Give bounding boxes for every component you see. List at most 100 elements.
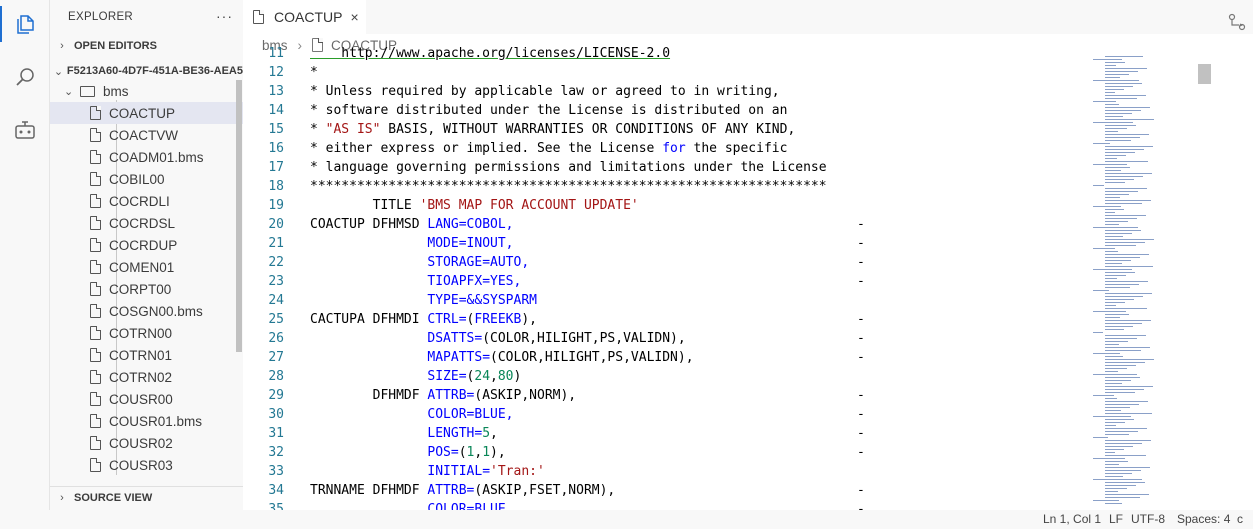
code-editor[interactable]: 11 http://www.apache.org/licenses/LICENS… xyxy=(243,46,1088,510)
code-token: , xyxy=(490,369,498,384)
minimap-line xyxy=(1105,254,1149,255)
file-item[interactable]: CORPT00 xyxy=(50,278,243,300)
file-item[interactable]: COUSR03 xyxy=(50,454,243,476)
file-label: COACTUP xyxy=(109,105,176,121)
line-number: 12 xyxy=(268,65,284,80)
minimap-line xyxy=(1105,392,1135,393)
folder-icon xyxy=(80,85,95,97)
code-line: 23 TIOAPFX=YES, - xyxy=(243,272,1088,291)
minimap-line xyxy=(1093,101,1116,102)
extensions-activity-button[interactable] xyxy=(0,106,50,154)
code-line: 13 * Unless required by applicable law or… xyxy=(243,82,1088,101)
code-token: the specific xyxy=(685,141,788,156)
code-line: 28 SIZE=(24,80) xyxy=(243,367,1088,386)
vscode-window: EXPLORER ··· › OPEN EDITORS ⌄ F5213A60-4… xyxy=(0,0,1253,529)
more-icon[interactable]: ··· xyxy=(216,8,233,24)
indentation[interactable]: Spaces: 4 xyxy=(1177,512,1230,526)
close-icon[interactable]: × xyxy=(350,9,358,25)
file-item[interactable]: COUSR00 xyxy=(50,388,243,410)
minimap-line xyxy=(1093,395,1114,396)
minimap-line xyxy=(1105,170,1121,171)
file-item[interactable]: COADM01.bms xyxy=(50,146,243,168)
minimap-line xyxy=(1105,140,1131,141)
line-text: DFHMDF ATTRB=(ASKIP,NORM), xyxy=(310,388,577,403)
minimap-line xyxy=(1105,338,1137,339)
status-bar: Ln 1, Col 1 LF UTF-8 Spaces: 4 c xyxy=(0,510,1253,529)
line-text: * language governing permissions and lim… xyxy=(310,160,827,175)
search-icon xyxy=(16,68,34,86)
code-token: * software distributed under the License… xyxy=(310,103,788,118)
file-item[interactable]: COTRN00 xyxy=(50,322,243,344)
file-item[interactable]: COACTVW xyxy=(50,124,243,146)
source-view-section[interactable]: › SOURCE VIEW xyxy=(50,486,243,508)
file-label: COUSR03 xyxy=(109,457,173,473)
minimap-line xyxy=(1105,98,1137,99)
minimap-line xyxy=(1105,68,1147,69)
file-item[interactable]: COSGN00.bms xyxy=(50,300,243,322)
split-layout-icon[interactable] xyxy=(1227,12,1247,32)
minimap[interactable] xyxy=(1093,52,1213,510)
sidebar-scrollbar[interactable] xyxy=(236,80,242,352)
explorer-activity-button[interactable] xyxy=(0,0,50,48)
minimap-line xyxy=(1105,455,1146,456)
file-item[interactable]: COCRDLI xyxy=(50,190,243,212)
code-line: 22 STORAGE=AUTO, - xyxy=(243,253,1088,272)
line-number: 28 xyxy=(268,369,284,384)
code-token: CACTUPA DFHMDI xyxy=(310,312,428,327)
minimap-line xyxy=(1105,260,1131,261)
cursor-position[interactable]: Ln 1, Col 1 xyxy=(1043,512,1101,526)
file-item[interactable]: COUSR01.bms xyxy=(50,410,243,432)
minimap-line xyxy=(1105,155,1126,156)
workspace-section[interactable]: ⌄ F5213A60-4D7F-451A-BE36-AEA5 xyxy=(50,60,243,82)
line-text: TYPE=&&SYSPARM xyxy=(310,293,537,308)
minimap-line xyxy=(1105,71,1138,72)
editor-scrollbar[interactable] xyxy=(1198,64,1211,84)
file-item[interactable]: COCRDUP xyxy=(50,234,243,256)
code-token: 'BMS MAP FOR ACCOUNT UPDATE' xyxy=(419,198,639,213)
language-mode[interactable]: c xyxy=(1237,512,1243,526)
minimap-line xyxy=(1105,476,1123,477)
file-label: COUSR01.bms xyxy=(109,413,203,429)
minimap-line xyxy=(1105,494,1149,495)
search-activity-button[interactable] xyxy=(0,53,50,101)
minimap-line xyxy=(1105,110,1141,111)
minimap-line xyxy=(1105,92,1115,93)
minimap-line xyxy=(1105,341,1128,342)
file-item[interactable]: COUSR02 xyxy=(50,432,243,454)
open-editors-label: OPEN EDITORS xyxy=(74,40,157,52)
file-item[interactable]: COTRN02 xyxy=(50,366,243,388)
code-token: ****************************************… xyxy=(310,179,827,194)
minimap-line xyxy=(1105,131,1118,132)
minimap-line xyxy=(1093,416,1131,417)
minimap-line xyxy=(1105,380,1131,381)
open-editors-section[interactable]: › OPEN EDITORS xyxy=(50,35,243,57)
file-label: COSGN00.bms xyxy=(109,303,203,319)
minimap-line xyxy=(1105,203,1142,204)
encoding[interactable]: UTF-8 xyxy=(1131,512,1165,526)
file-item[interactable]: COACTUP xyxy=(50,102,243,124)
minimap-line xyxy=(1105,398,1117,399)
file-item[interactable]: COMEN01 xyxy=(50,256,243,278)
minimap-line xyxy=(1093,437,1108,438)
code-token: , xyxy=(490,426,498,441)
minimap-line xyxy=(1105,167,1130,168)
file-label: COUSR02 xyxy=(109,435,173,451)
code-line: 32 POS=(1,1), - xyxy=(243,443,1088,462)
code-token: ), xyxy=(521,312,537,327)
file-item[interactable]: COCRDSL xyxy=(50,212,243,234)
file-item[interactable]: COTRN01 xyxy=(50,344,243,366)
minimap-line xyxy=(1105,230,1141,231)
minimap-line xyxy=(1105,407,1130,408)
tab-coactup[interactable]: COACTUP × xyxy=(243,0,366,34)
minimap-line xyxy=(1105,359,1154,360)
file-label: COMEN01 xyxy=(109,259,175,275)
code-token: (COLOR,HILIGHT,PS,VALIDN), xyxy=(482,331,686,346)
line-text: COLOR=BLUE, xyxy=(310,502,513,510)
line-ending[interactable]: LF xyxy=(1109,512,1123,526)
minimap-line xyxy=(1105,218,1137,219)
file-item[interactable]: COBIL00 xyxy=(50,168,243,190)
folder-bms[interactable]: ⌄ bms xyxy=(50,80,243,102)
